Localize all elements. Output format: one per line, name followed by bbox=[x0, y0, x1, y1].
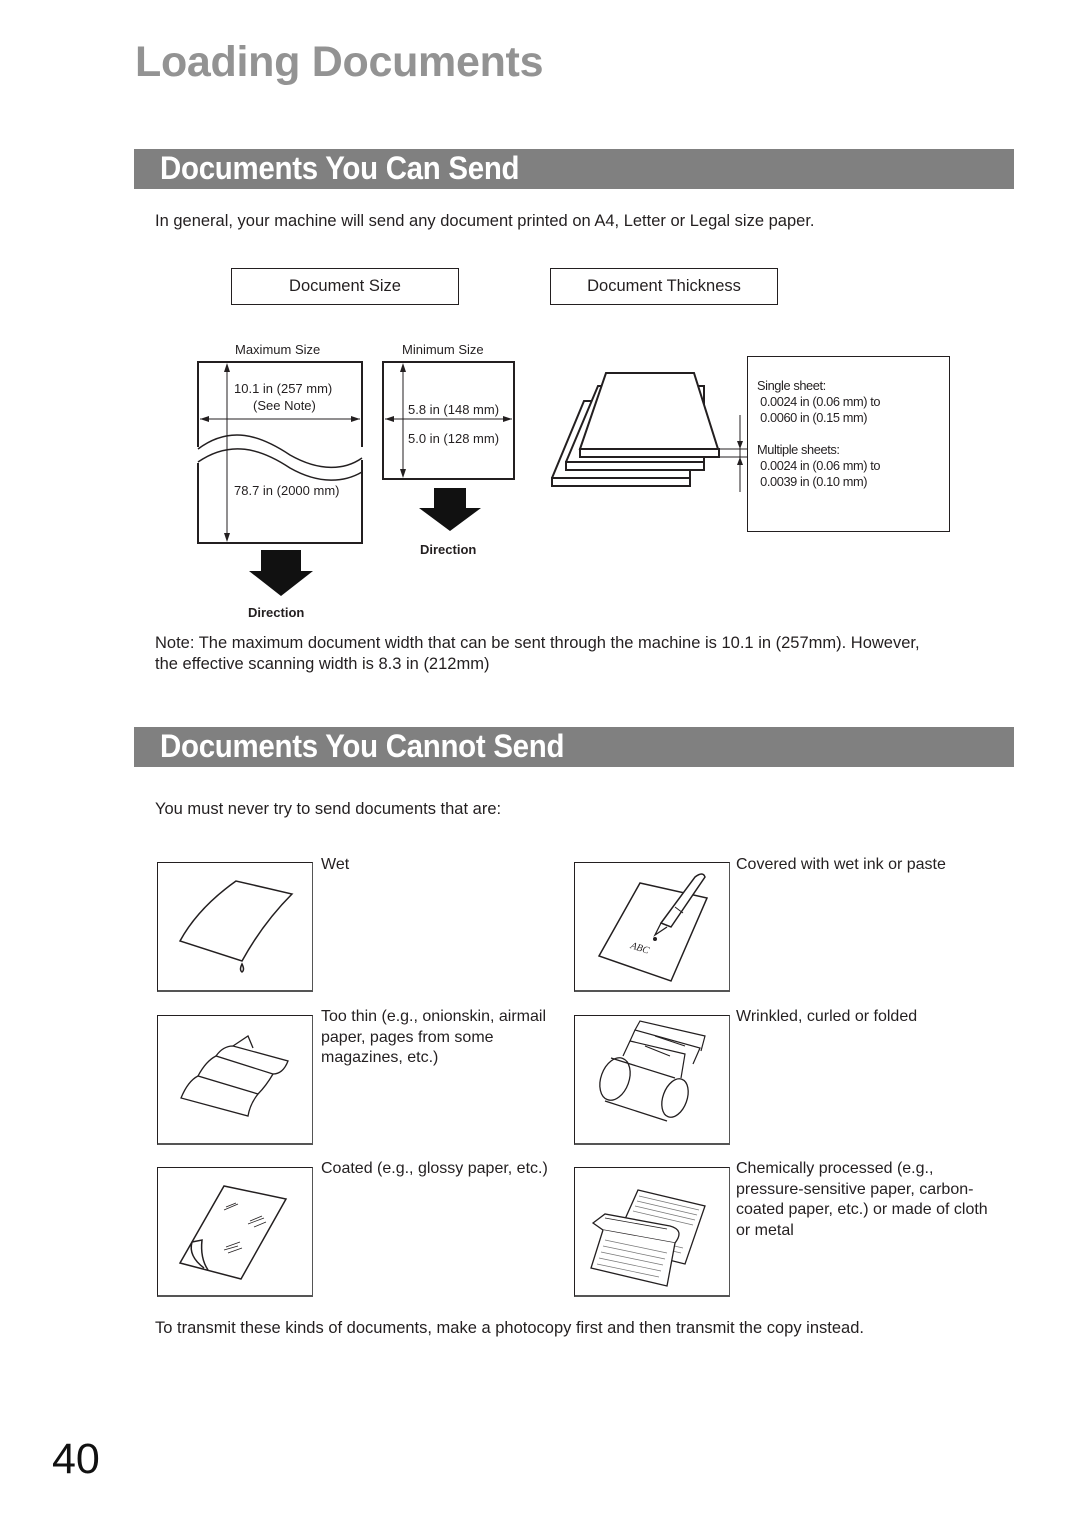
carbon-paper-illustration bbox=[574, 1167, 730, 1297]
note-line-2: the effective scanning width is 8.3 in (… bbox=[155, 655, 490, 673]
item-label-wet-ink: Covered with wet ink or paste bbox=[736, 856, 946, 873]
wrinkled-paper-icon bbox=[599, 1020, 706, 1122]
min-direction-label: Direction bbox=[420, 542, 477, 557]
item-label-wet: Wet bbox=[321, 856, 350, 873]
maximum-direction-arrow-icon bbox=[249, 550, 313, 596]
max-width-note: (See Note) bbox=[253, 398, 316, 413]
min-width-value: 5.8 in (148 mm) bbox=[408, 402, 500, 417]
glossy-paper-illustration bbox=[157, 1167, 313, 1297]
section-heading: Documents You Cannot Send bbox=[160, 728, 565, 764]
multiple-sheets-min: 0.0024 in (0.06 mm) to bbox=[757, 458, 881, 473]
item-label-wrinkled: Wrinkled, curled or folded bbox=[736, 1008, 918, 1025]
glossy-paper-icon bbox=[178, 1185, 288, 1280]
page-number: 40 bbox=[52, 1435, 100, 1483]
max-direction-label: Direction bbox=[248, 605, 305, 620]
item-label-too-thin: Too thin (e.g., onionskin, airmail paper… bbox=[321, 1008, 546, 1066]
wet-paper-illustration bbox=[157, 862, 313, 992]
multiple-sheets-max: 0.0039 in (0.10 mm) bbox=[757, 474, 868, 489]
thickness-spec-box: Single sheet: 0.0024 in (0.06 mm) to 0.0… bbox=[747, 356, 950, 532]
single-sheet-label: Single sheet: bbox=[757, 378, 826, 393]
cannot-send-intro: You must never try to send documents tha… bbox=[155, 800, 502, 818]
note-line-1: Note: The maximum document width that ca… bbox=[155, 634, 920, 652]
max-width-value: 10.1 in (257 mm) bbox=[234, 381, 333, 396]
minimum-size-label: Minimum Size bbox=[402, 342, 484, 357]
footer-instruction: To transmit these kinds of documents, ma… bbox=[155, 1319, 864, 1337]
wet-paper-icon bbox=[178, 880, 294, 973]
single-sheet-min: 0.0024 in (0.06 mm) to bbox=[757, 394, 881, 409]
minimum-direction-arrow-icon bbox=[419, 488, 481, 531]
min-length-value: 5.0 in (128 mm) bbox=[408, 431, 500, 446]
thin-paper-icon bbox=[180, 1035, 289, 1117]
max-length-value: 78.7 in (2000 mm) bbox=[234, 483, 340, 498]
item-label-coated: Coated (e.g., glossy paper, etc.) bbox=[321, 1160, 548, 1177]
carbon-paper-icon bbox=[590, 1189, 706, 1287]
wet-ink-illustration: ABC bbox=[574, 862, 730, 992]
illus-abc-text: ABC bbox=[628, 940, 651, 957]
thickness-indicator bbox=[719, 415, 747, 492]
stacked-sheets-illustration bbox=[551, 372, 720, 487]
single-sheet-max: 0.0060 in (0.15 mm) bbox=[757, 410, 868, 425]
multiple-sheets-label: Multiple sheets: bbox=[757, 442, 840, 457]
ink-pen-paper-icon: ABC bbox=[597, 873, 709, 982]
thin-paper-illustration bbox=[157, 1015, 313, 1145]
wrinkled-paper-illustration bbox=[574, 1015, 730, 1145]
section-header-cannot-send: Documents You Cannot Send bbox=[134, 727, 1014, 767]
item-label-chemically-processed: Chemically processed (e.g., pressure-sen… bbox=[736, 1160, 988, 1239]
minimum-size-sheet bbox=[382, 361, 515, 480]
